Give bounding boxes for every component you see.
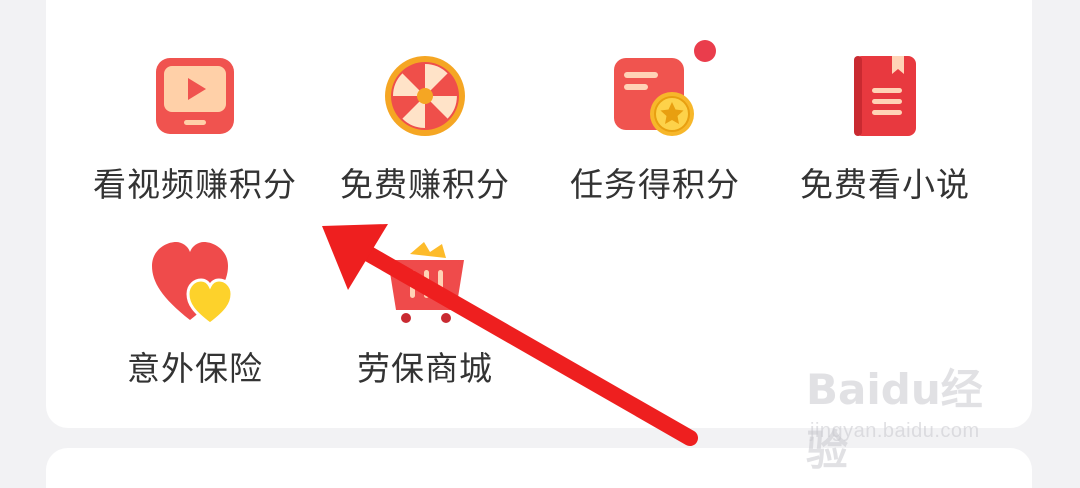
task-coin-icon	[614, 58, 694, 136]
menu-item-label: 看视频赚积分	[93, 165, 297, 204]
watermark-url: jingyan.baidu.com	[810, 420, 980, 442]
prize-wheel-icon	[385, 56, 465, 136]
video-play-icon	[156, 58, 234, 134]
book-icon	[854, 56, 916, 136]
baidu-jingyan-watermark: Baidu经验 jingyan.baidu.com	[806, 356, 1016, 475]
menu-item-watch-video[interactable]: 看视频赚积分	[80, 0, 310, 220]
shopping-basket-icon	[388, 242, 464, 323]
menu-item-label: 任务得积分	[570, 165, 740, 204]
watermark-brand: Baidu经验	[806, 365, 983, 475]
notification-dot	[694, 40, 716, 62]
menu-item-free-novels[interactable]: 免费看小说	[770, 0, 1000, 220]
menu-item-free-points[interactable]: 免费赚积分	[310, 0, 540, 220]
menu-item-labor-mall[interactable]: 劳保商城	[310, 230, 540, 390]
menu-item-label: 劳保商城	[357, 349, 493, 388]
heart-insurance-icon	[152, 242, 234, 326]
menu-item-label: 意外保险	[127, 349, 263, 388]
menu-item-task-points[interactable]: 任务得积分	[540, 0, 770, 220]
menu-item-accident-insurance[interactable]: 意外保险	[80, 230, 310, 390]
menu-item-label: 免费赚积分	[340, 165, 510, 204]
menu-item-label: 免费看小说	[800, 165, 970, 204]
